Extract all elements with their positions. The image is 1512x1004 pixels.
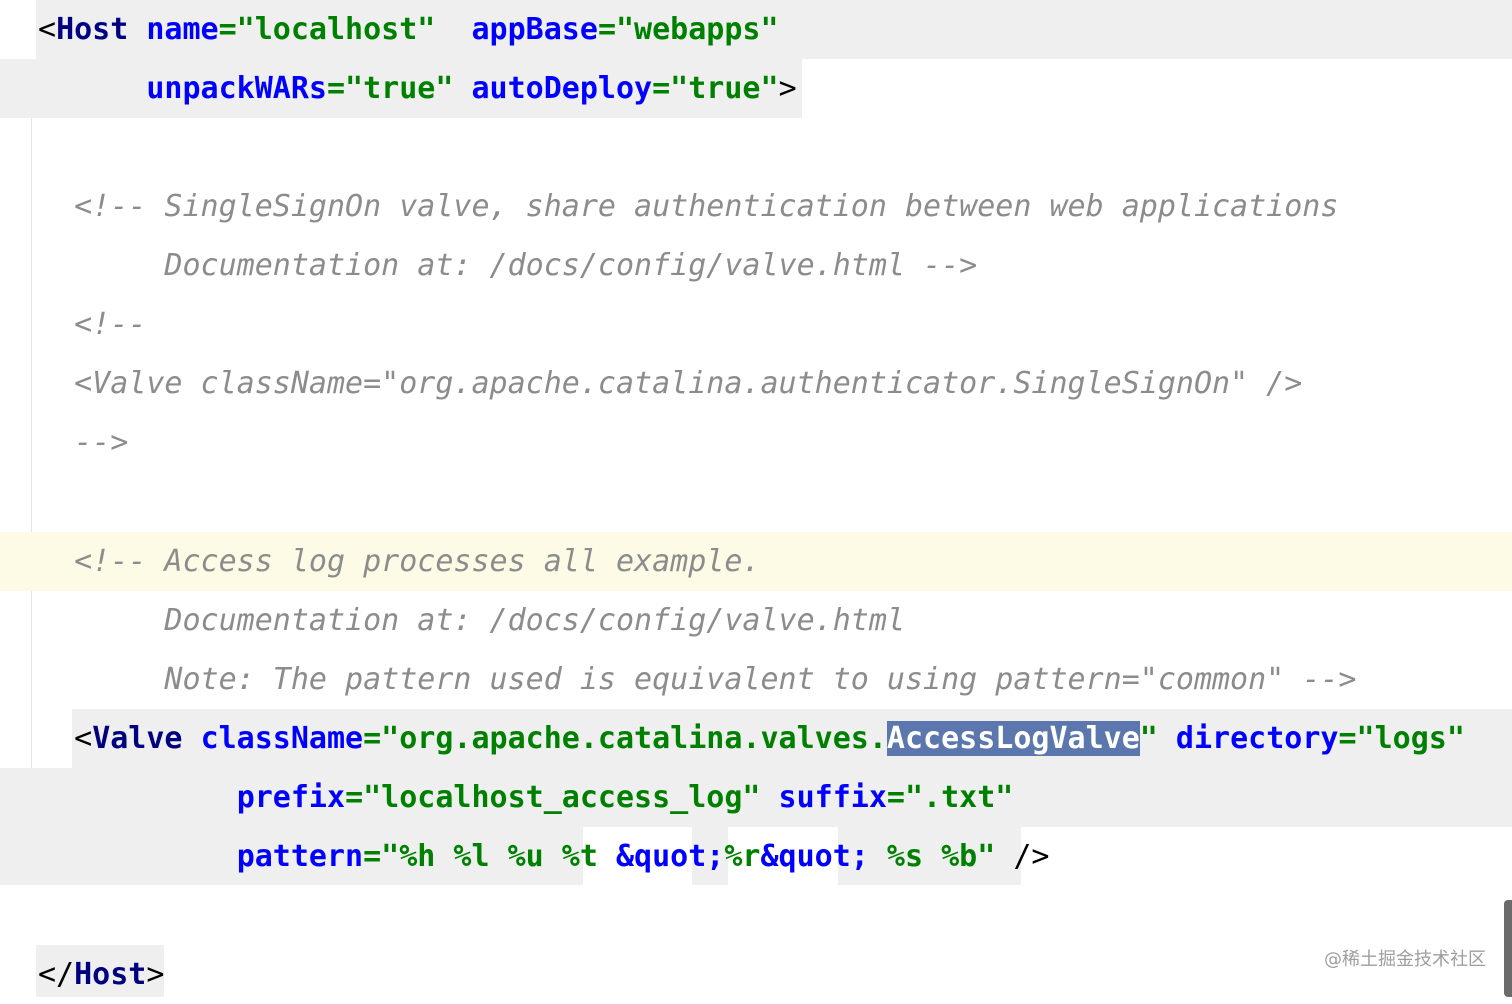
code-editor[interactable]: <Host name="localhost" appBase="webapps"… <box>0 0 1512 997</box>
token-attr: className <box>200 721 364 756</box>
code-line-9[interactable]: Documentation at: /docs/config/valve.htm… <box>38 591 905 650</box>
token-bracket: > <box>778 71 797 106</box>
token-attr: appBase <box>471 12 598 47</box>
token-bracket: </ <box>38 957 75 992</box>
token-tag: Host <box>74 957 147 992</box>
token-value: ="true" <box>652 71 779 106</box>
token-attr: autoDeploy <box>471 71 653 106</box>
code-line-14[interactable]: </Host> <box>38 945 164 1004</box>
code-line-8[interactable]: <!-- Access log processes all example. <box>38 532 760 591</box>
token-attr: unpackWARs <box>146 71 327 106</box>
token-value: ="%h %l %u %t <box>363 839 616 874</box>
token-attr: prefix <box>236 780 346 815</box>
token-value: ="true" <box>327 71 454 106</box>
token-attr: directory <box>1175 721 1339 756</box>
token-bracket: < <box>38 721 93 756</box>
code-line-13[interactable]: pattern="%h %l %u %t &quot;%r&quot; %s %… <box>38 827 1050 886</box>
code-line-4[interactable]: Documentation at: /docs/config/valve.htm… <box>38 236 977 295</box>
code-line-7[interactable]: --> <box>38 413 128 472</box>
vertical-scrollbar-thumb[interactable] <box>1504 900 1512 997</box>
code-line-1[interactable]: <Host name="localhost" appBase="webapps" <box>38 0 779 59</box>
watermark: @稀土掘金技术社区 <box>1324 949 1486 970</box>
token-value: ="org.apache.catalina.valves. <box>363 721 887 756</box>
token-value: " <box>1139 721 1158 756</box>
token-tag: Host <box>56 12 129 47</box>
token-tag: Valve <box>92 721 183 756</box>
token-attr: suffix <box>778 780 887 815</box>
token-value: ="logs" <box>1338 721 1465 756</box>
code-line-3[interactable]: <!-- SingleSignOn valve, share authentic… <box>38 177 1338 236</box>
token-value: %s %b" <box>868 839 996 874</box>
token-attr: name <box>146 12 219 47</box>
token-value: ="localhost" <box>218 12 436 47</box>
code-line-5[interactable]: <!-- <box>38 295 146 354</box>
token-bracket: > <box>146 957 165 992</box>
token-attr: pattern <box>236 839 364 874</box>
token-bracket: /> <box>995 839 1050 874</box>
code-line-11[interactable]: <Valve className="org.apache.catalina.va… <box>38 709 1465 768</box>
code-line-6[interactable]: <Valve className="org.apache.catalina.au… <box>38 354 1302 413</box>
token-value: =".txt" <box>886 780 1014 815</box>
token-entity: &quot; <box>760 839 869 874</box>
selected-text[interactable]: AccessLogValve <box>886 721 1140 756</box>
code-line-2[interactable]: unpackWARs="true" autoDeploy="true"> <box>38 59 797 118</box>
token-entity: &quot; <box>616 839 725 874</box>
code-line-10[interactable]: Note: The pattern used is equivalent to … <box>38 650 1356 709</box>
token-value: ="localhost_access_log" <box>345 780 761 815</box>
token-bracket: < <box>38 12 57 47</box>
code-line-12[interactable]: prefix="localhost_access_log" suffix=".t… <box>38 768 1014 827</box>
token-value: %r <box>724 839 761 874</box>
token-value: ="webapps" <box>597 12 779 47</box>
